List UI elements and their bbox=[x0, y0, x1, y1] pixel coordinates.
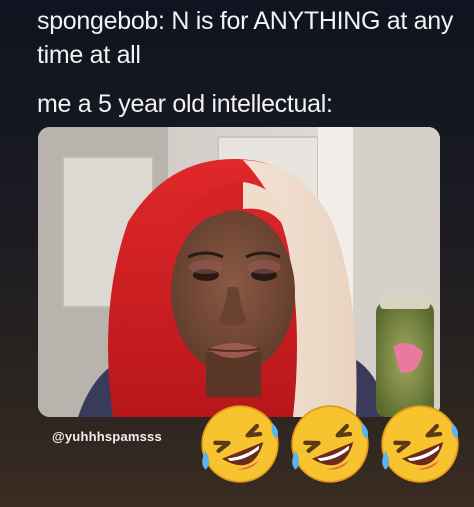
caption-line-2: time at all bbox=[37, 41, 141, 69]
watermark-username: @yuhhhspamsss bbox=[52, 429, 162, 444]
meme-photo bbox=[38, 127, 440, 417]
caption-line-3: me a 5 year old intellectual: bbox=[37, 90, 333, 118]
caption-line-1: spongebob: N is for ANYTHING at any bbox=[37, 7, 454, 35]
meme-caption: spongebob: N is for ANYTHING at any time… bbox=[37, 4, 457, 72]
rolling-on-floor-laughing-icon bbox=[381, 405, 459, 483]
rolling-on-floor-laughing-icon bbox=[291, 405, 369, 483]
rolling-on-floor-laughing-icon bbox=[201, 405, 279, 483]
